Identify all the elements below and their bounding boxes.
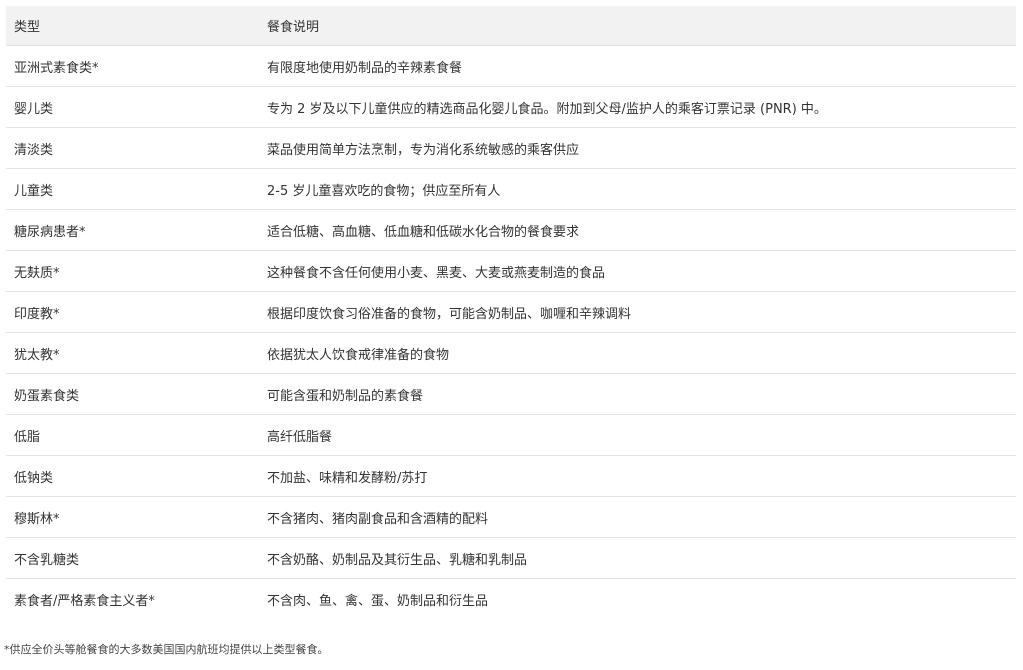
meal-description-cell: 菜品使用简单方法烹制，专为消化系统敏感的乘客供应: [267, 142, 580, 158]
meal-type-cell: 不含乳糖类: [14, 552, 80, 568]
table-row: 无麸质* 这种餐食不含任何使用小麦、黑麦、大麦或燕麦制造的食品: [6, 250, 1016, 292]
table-row: 素食者/严格素食主义者* 不含肉、鱼、禽、蛋、奶制品和衍生品: [6, 578, 1016, 620]
header-description: 餐食说明: [267, 20, 320, 35]
meal-description-cell: 不含奶酪、奶制品及其衍生品、乳糖和乳制品: [267, 552, 528, 568]
table-row: 奶蛋素食类 可能含蛋和奶制品的素食餐: [6, 373, 1016, 415]
meal-type-cell: 低脂: [14, 429, 41, 445]
meal-description-cell: 2-5 岁儿童喜欢吃的食物；供应至所有人: [267, 183, 501, 199]
meal-type-cell: 亚洲式素食类*: [14, 60, 99, 76]
meal-type-cell: 无麸质*: [14, 265, 60, 281]
table-row: 不含乳糖类 不含奶酪、奶制品及其衍生品、乳糖和乳制品: [6, 537, 1016, 579]
table-row: 清淡类 菜品使用简单方法烹制，专为消化系统敏感的乘客供应: [6, 127, 1016, 169]
meal-description-cell: 适合低糖、高血糖、低血糖和低碳水化合物的餐食要求: [267, 224, 580, 240]
meal-description-cell: 这种餐食不含任何使用小麦、黑麦、大麦或燕麦制造的食品: [267, 265, 606, 281]
table-header: 类型 餐食说明: [6, 6, 1016, 46]
meal-type-cell: 儿童类: [14, 183, 54, 199]
table-row: 婴儿类 专为 2 岁及以下儿童供应的精选商品化婴儿食品。附加到父母/监护人的乘客订…: [6, 86, 1016, 128]
meal-description-cell: 根据印度饮食习俗准备的食物，可能含奶制品、咖喱和辛辣调料: [267, 306, 632, 322]
meal-description-cell: 不含肉、鱼、禽、蛋、奶制品和衍生品: [267, 593, 489, 609]
table-body: 亚洲式素食类* 有限度地使用奶制品的辛辣素食餐婴儿类 专为 2 岁及以下儿童供应的精…: [6, 45, 1016, 620]
meal-type-cell: 穆斯林*: [14, 511, 60, 527]
meal-description-cell: 不加盐、味精和发酵粉/苏打: [267, 470, 428, 486]
meal-description-cell: 专为 2 岁及以下儿童供应的精选商品化婴儿食品。附加到父母/监护人的乘客订票记录…: [267, 101, 827, 117]
meal-types-table: 类型 餐食说明 亚洲式素食类* 有限度地使用奶制品的辛辣素食餐婴儿类 专为 2 岁及…: [6, 6, 1016, 619]
table-row: 糖尿病患者* 适合低糖、高血糖、低血糖和低碳水化合物的餐食要求: [6, 209, 1016, 251]
meal-description-cell: 有限度地使用奶制品的辛辣素食餐: [267, 60, 463, 76]
meal-type-cell: 犹太教*: [14, 347, 60, 363]
footnote: *供应全价头等舱餐食的大多数美国国内航班均提供以上类型餐食。: [4, 643, 329, 656]
meal-type-cell: 婴儿类: [14, 101, 54, 117]
meal-description-cell: 不含猪肉、猪肉副食品和含酒精的配料: [267, 511, 489, 527]
table-row: 低钠类 不加盐、味精和发酵粉/苏打: [6, 455, 1016, 497]
meal-description-cell: 依据犹太人饮食戒律准备的食物: [267, 347, 450, 363]
meal-type-cell: 低钠类: [14, 470, 54, 486]
meal-description-cell: 高纤低脂餐: [267, 429, 333, 445]
meal-type-cell: 糖尿病患者*: [14, 224, 86, 240]
meal-type-cell: 印度教*: [14, 306, 60, 322]
meal-type-cell: 清淡类: [14, 142, 54, 158]
meal-type-cell: 奶蛋素食类: [14, 388, 80, 404]
table-row: 印度教* 根据印度饮食习俗准备的食物，可能含奶制品、咖喱和辛辣调料: [6, 291, 1016, 333]
table-row: 低脂 高纤低脂餐: [6, 414, 1016, 456]
header-type: 类型: [14, 20, 41, 35]
table-row: 犹太教* 依据犹太人饮食戒律准备的食物: [6, 332, 1016, 374]
meal-type-cell: 素食者/严格素食主义者*: [14, 593, 155, 609]
header-row: 类型 餐食说明: [6, 6, 1016, 46]
table-row: 穆斯林* 不含猪肉、猪肉副食品和含酒精的配料: [6, 496, 1016, 538]
table-row: 亚洲式素食类* 有限度地使用奶制品的辛辣素食餐: [6, 45, 1016, 87]
table-row: 儿童类 2-5 岁儿童喜欢吃的食物；供应至所有人: [6, 168, 1016, 210]
meal-description-cell: 可能含蛋和奶制品的素食餐: [267, 388, 424, 404]
